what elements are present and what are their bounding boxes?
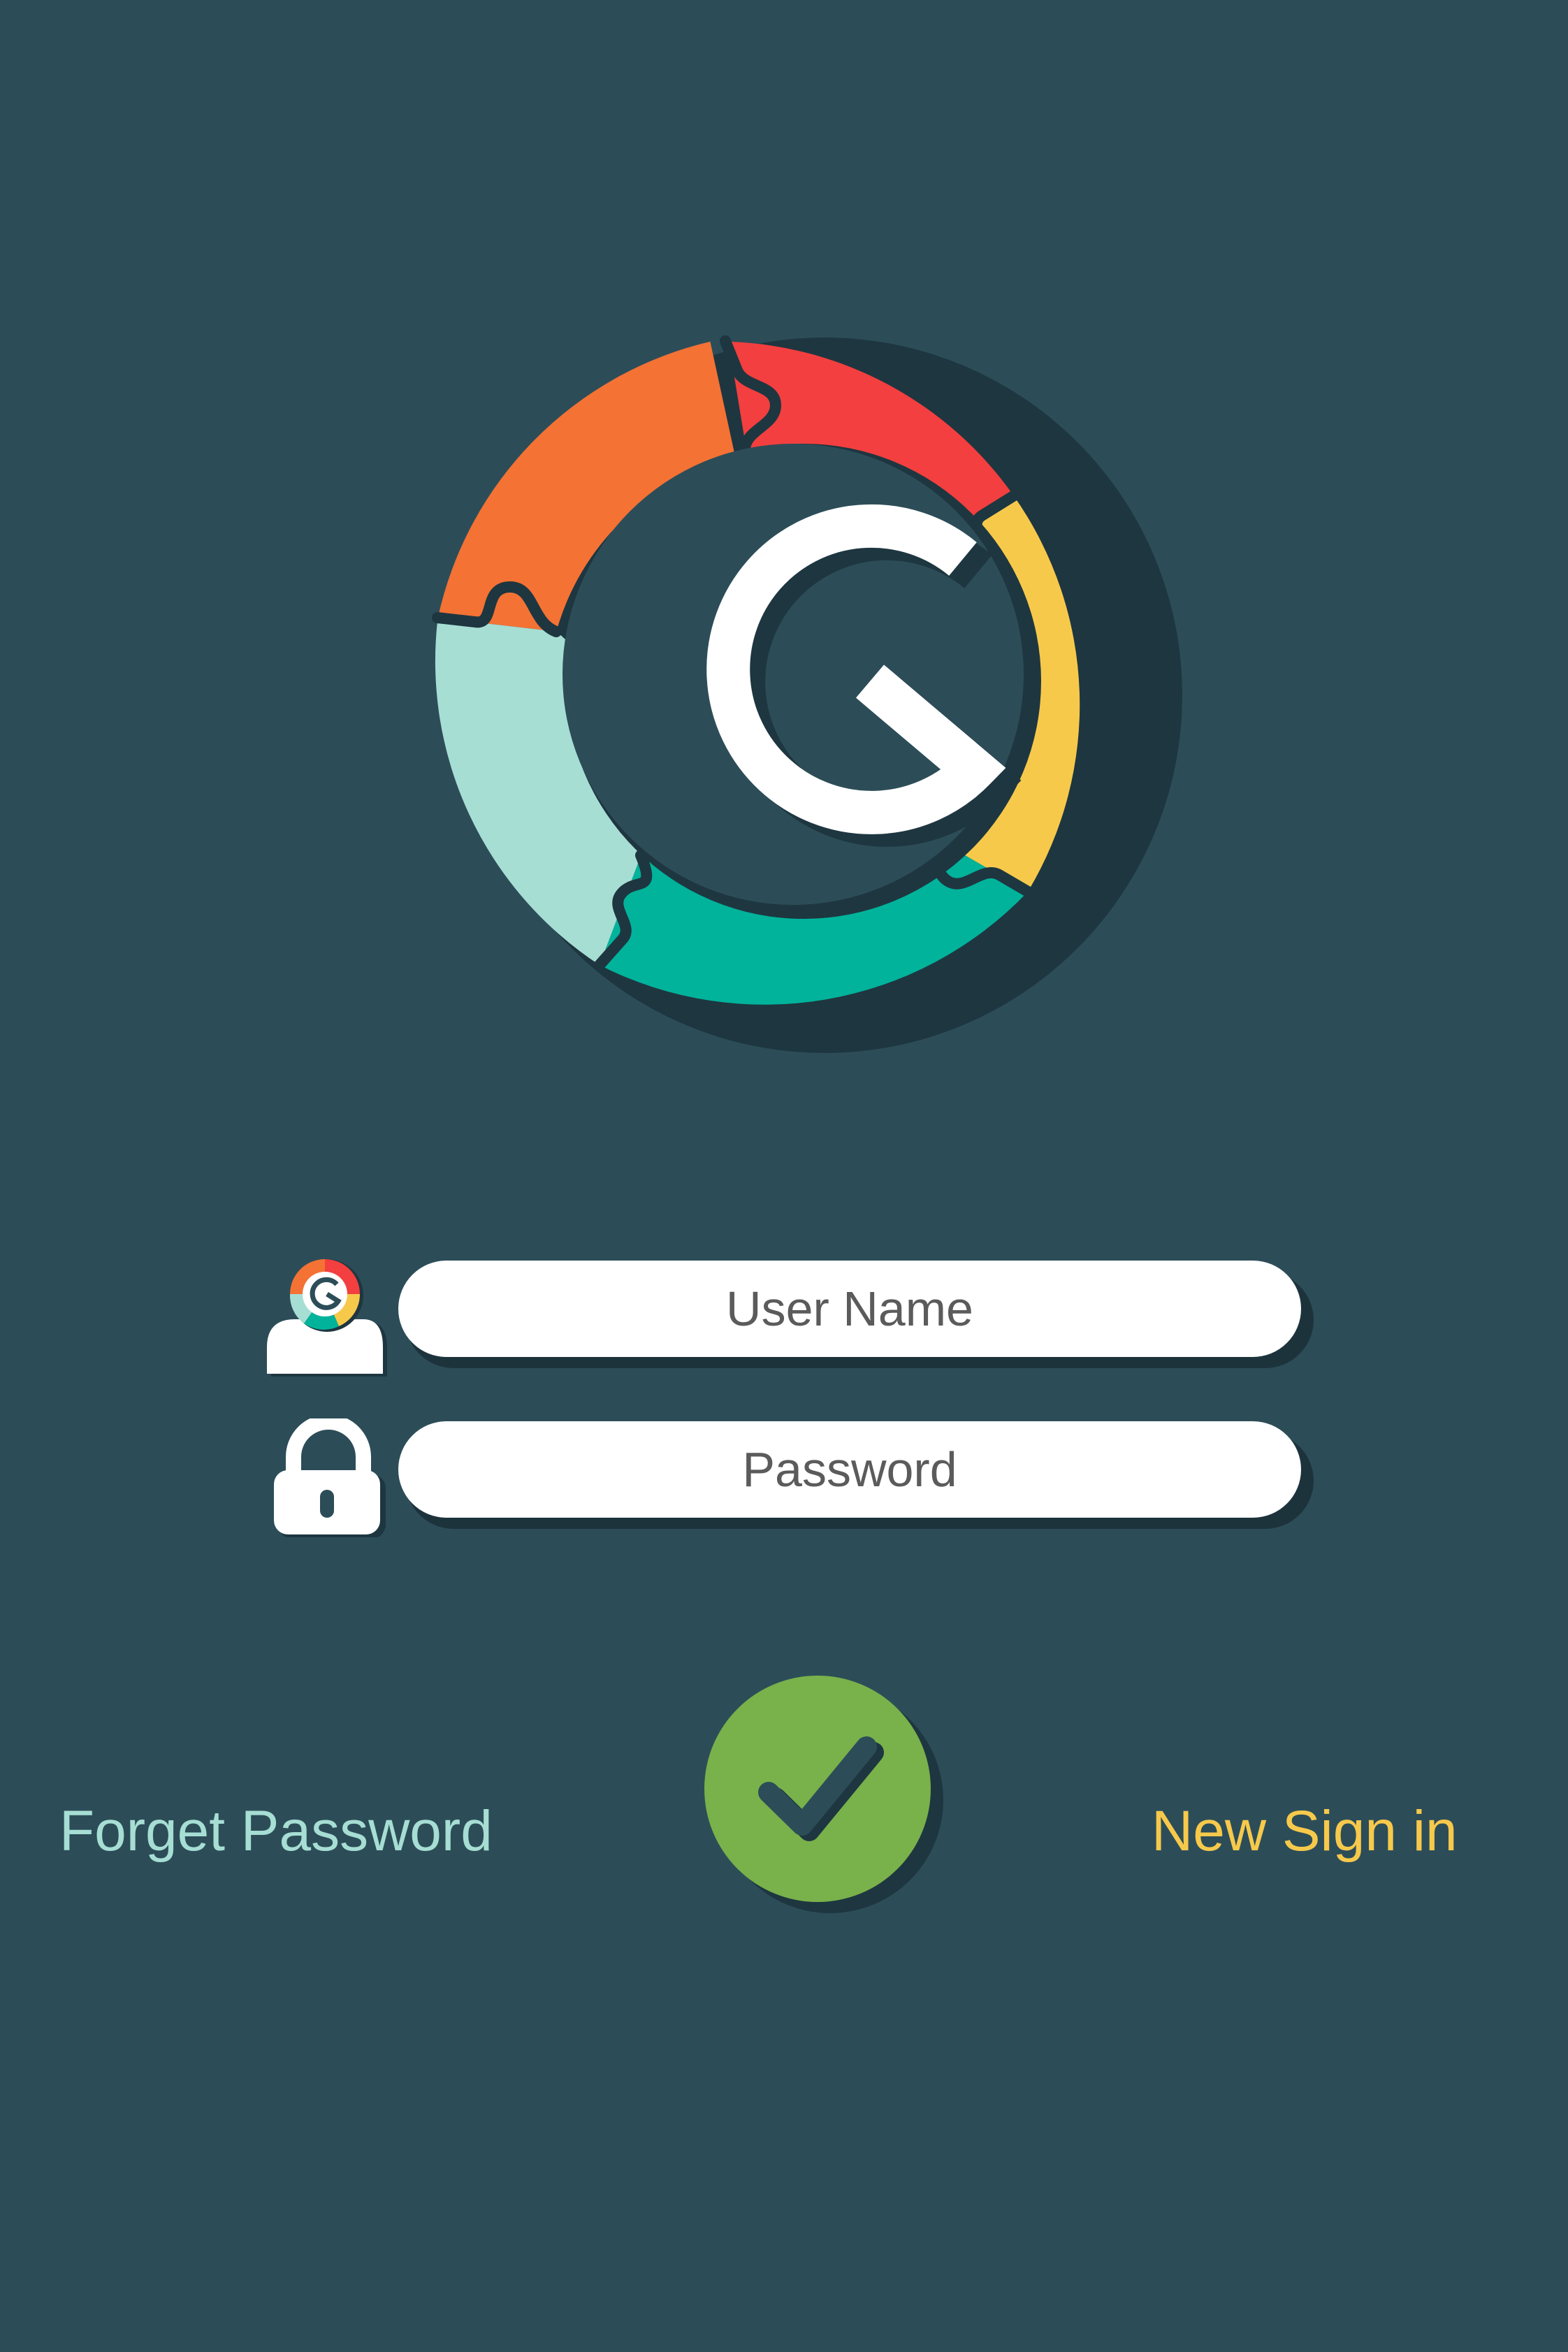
lock-icon xyxy=(274,1418,386,1537)
password-input[interactable] xyxy=(398,1421,1301,1518)
submit-button[interactable] xyxy=(699,1670,950,1922)
password-row xyxy=(266,1418,1328,1537)
new-sign-in-link[interactable]: New Sign in xyxy=(1152,1803,1458,1860)
user-icon xyxy=(267,1259,387,1377)
username-row xyxy=(266,1258,1328,1377)
app-logo xyxy=(432,335,1182,1053)
username-input[interactable] xyxy=(398,1261,1301,1357)
forget-password-link[interactable]: Forget Password xyxy=(59,1803,493,1860)
